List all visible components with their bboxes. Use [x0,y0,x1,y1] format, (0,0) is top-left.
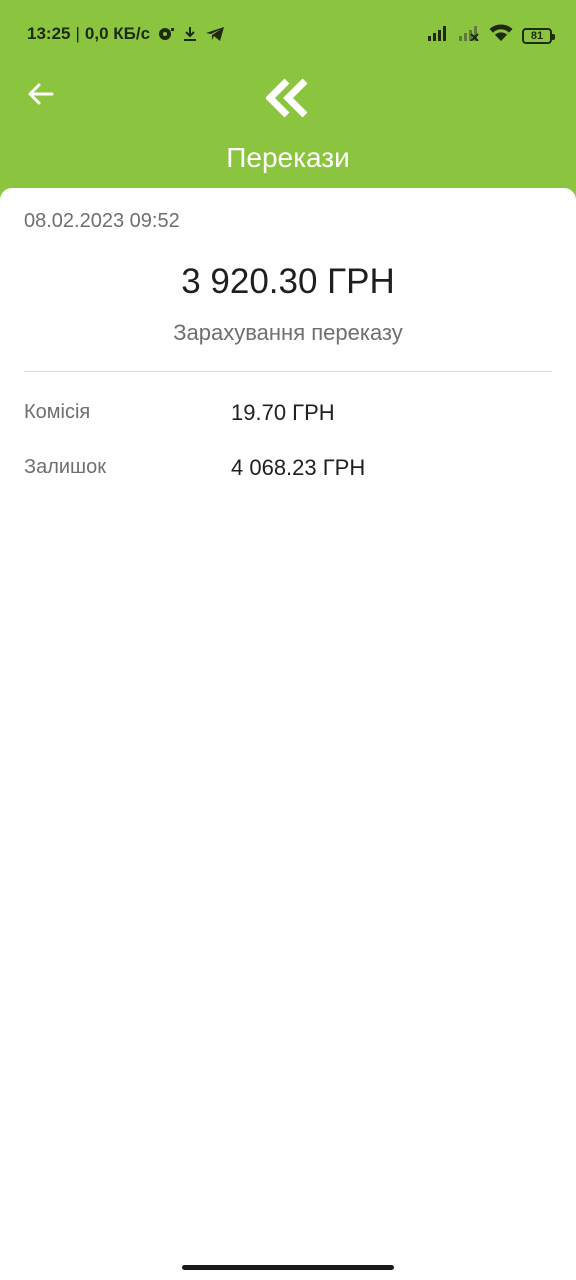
transaction-description: Зарахування переказу [173,320,403,345]
double-chevron-logo-icon [265,78,310,118]
battery-level: 81 [530,29,544,42]
commission-value: 19.70 ГРН [231,400,335,425]
transaction-datetime: 08.02.2023 09:52 [24,210,180,232]
status-time: 13:25 [27,24,71,43]
commission-label: Комісія [24,401,91,423]
arrow-left-icon [26,82,54,111]
status-bar-left: 13:25 | 0,0 КБ/с [27,24,225,44]
transaction-amount: 3 920.30 ГРН [181,262,395,301]
balance-value: 4 068.23 ГРН [231,455,366,480]
status-bar: 13:25 | 0,0 КБ/с 81 [0,0,576,68]
download-icon [182,26,198,42]
home-indicator[interactable] [182,1265,394,1270]
network-speed: 0,0 КБ/с [84,24,151,43]
signal-no-service-icon [458,25,480,46]
balance-label: Залишок [24,456,106,478]
back-button[interactable] [20,76,60,116]
battery-icon: 81 [522,27,555,44]
detail-row-balance: Залишок 4 068.23 ГРН [24,455,552,486]
page-title: Перекази [226,142,350,173]
transaction-card: 08.02.2023 09:52 3 920.30 ГРН Зарахуванн… [0,188,576,1280]
detail-row-commission: Комісія 19.70 ГРН [24,400,552,431]
telegram-icon [205,26,225,42]
app-header: 13:25 | 0,0 КБ/с 81 Перекази [0,0,576,200]
signal-icon [427,25,449,46]
media-icon [157,26,175,42]
divider [24,371,552,372]
wifi-icon [489,24,513,47]
status-separator: | [75,24,80,43]
status-bar-right: 81 [427,24,555,47]
